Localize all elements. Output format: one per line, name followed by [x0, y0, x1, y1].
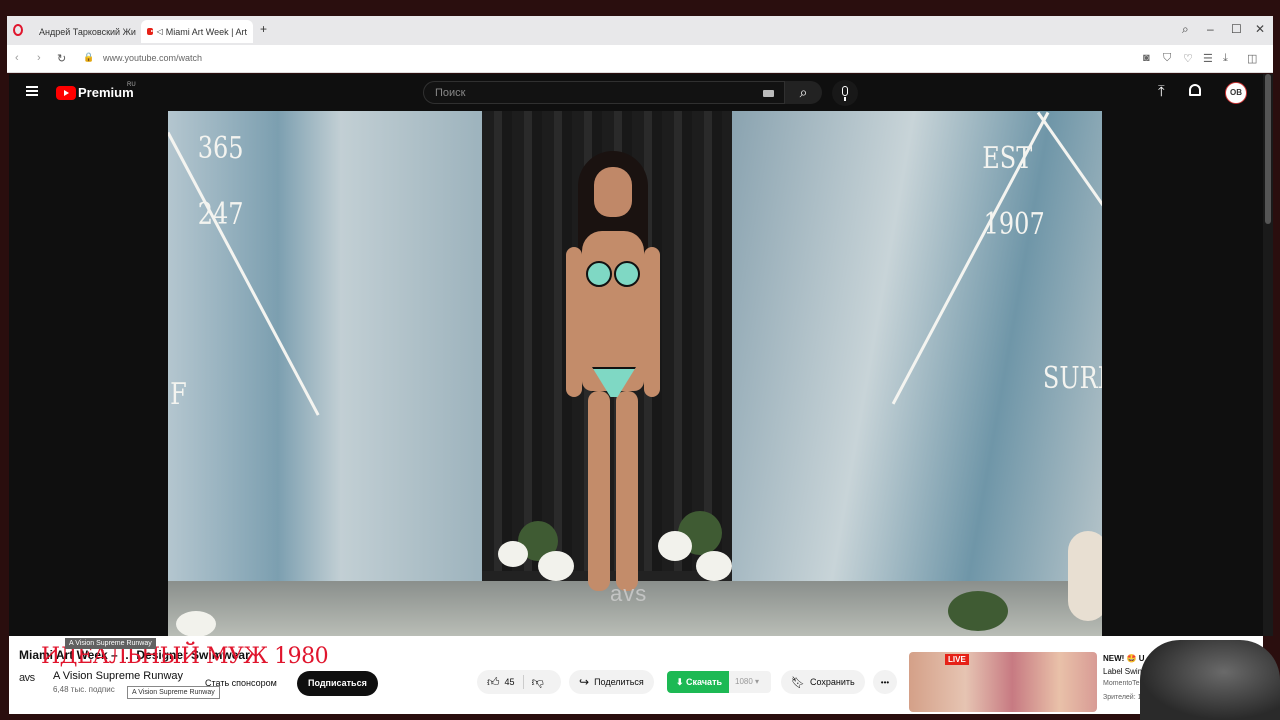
- subscriber-count: 6,48 тыс. подпис: [53, 685, 115, 694]
- logo-region: RU: [127, 82, 136, 88]
- flower: [696, 551, 732, 581]
- tab-label: Miami Art Week | Art: [165, 26, 247, 37]
- microphone-stem: [844, 97, 846, 101]
- youtube-play-icon: [56, 85, 76, 100]
- search-placeholder: Поиск: [435, 87, 466, 99]
- more-icon: •••: [880, 677, 890, 687]
- youtube-favicon-icon: [147, 28, 154, 35]
- divider: [522, 675, 524, 689]
- close-icon[interactable]: ✕: [1255, 22, 1265, 36]
- upload-icon[interactable]: ⤒: [1158, 83, 1165, 100]
- search-tabs-icon[interactable]: ⌕: [1182, 22, 1189, 37]
- model-leg: [616, 391, 638, 591]
- video-info: Miami Art Week – … Designer Swimwear ИДЕ…: [9, 636, 1263, 714]
- model-arm: [566, 247, 582, 397]
- download-icon[interactable]: ⤓: [1223, 52, 1228, 65]
- channel-avatar[interactable]: avs: [19, 672, 35, 684]
- browser-tab-active[interactable]: ◁ Miami Art Week | Art: [141, 20, 253, 43]
- url-field[interactable]: www.youtube.com/watch: [103, 53, 202, 63]
- join-sponsor-button[interactable]: Стать спонсором: [196, 671, 286, 695]
- flower: [176, 611, 216, 636]
- maximize-icon[interactable]: ☐: [1231, 22, 1242, 36]
- runway-model: [558, 151, 668, 611]
- like-count: 45: [504, 677, 515, 687]
- bookmark-icon: 🔖︎: [791, 676, 805, 689]
- tab-label: Андрей Тарковский Жи: [39, 26, 136, 37]
- voice-search-button[interactable]: [832, 80, 858, 106]
- like-dislike-group: 👍︎ 45 👎︎: [477, 670, 561, 694]
- reload-icon[interactable]: ↻: [57, 52, 66, 65]
- lock-icon: 🔒: [83, 52, 95, 62]
- live-badge: LIVE: [945, 654, 969, 665]
- search-button[interactable]: ⌕: [785, 81, 822, 104]
- share-button[interactable]: ↪ Поделиться: [569, 670, 654, 694]
- search-input[interactable]: Поиск: [423, 81, 785, 104]
- flower: [538, 551, 574, 581]
- swimsuit-top: [614, 261, 640, 287]
- share-icon: ↪: [579, 675, 590, 689]
- greenery: [948, 591, 1008, 631]
- browser-tab[interactable]: Андрей Тарковский Жи: [29, 20, 137, 43]
- model-face: [594, 167, 632, 217]
- thumbs-down-icon[interactable]: 👎︎: [532, 675, 544, 690]
- masthead: Premium RU Поиск ⌕ ⤒ OB: [9, 74, 1263, 111]
- heart-icon[interactable]: ♡: [1183, 52, 1193, 65]
- download-button[interactable]: ⬇ Скачать: [667, 671, 732, 693]
- menu-lines-icon[interactable]: ☰: [1203, 52, 1213, 65]
- save-label: Сохранить: [809, 677, 855, 687]
- search-icon: ⌕: [799, 84, 808, 100]
- browser-tab-bar: Андрей Тарковский Жи ◁ Miami Art Week | …: [7, 16, 1273, 45]
- back-icon[interactable]: ‹: [15, 52, 19, 64]
- notifications-bell-icon[interactable]: [1189, 84, 1201, 96]
- logo-text: Premium: [78, 85, 134, 100]
- youtube-logo[interactable]: Premium: [56, 85, 134, 100]
- save-button[interactable]: 🔖︎ Сохранить: [781, 670, 865, 694]
- shield-icon[interactable]: ⛉: [1163, 52, 1171, 65]
- scrollbar-thumb[interactable]: [1265, 74, 1271, 224]
- camera-icon[interactable]: ◙: [1143, 52, 1150, 64]
- swimsuit-top: [586, 261, 612, 287]
- like-button[interactable]: 👍︎ 45: [477, 675, 515, 690]
- keyboard-icon[interactable]: [763, 90, 774, 97]
- more-actions-button[interactable]: •••: [873, 670, 897, 694]
- left-backdrop-panel: [168, 111, 482, 598]
- forward-icon[interactable]: ›: [37, 52, 41, 64]
- quality-select[interactable]: 1080 ▾: [729, 671, 771, 693]
- speaker-icon: ◁: [156, 27, 163, 36]
- youtube-page: Premium RU Поиск ⌕ ⤒ OB 365 247 F EST 19…: [9, 74, 1263, 636]
- subscribe-button[interactable]: Подписаться: [297, 671, 378, 696]
- flower: [1068, 531, 1102, 621]
- wall-text: F: [170, 377, 187, 412]
- flower: [658, 531, 692, 561]
- video-watermark: avs: [610, 581, 648, 606]
- channel-name[interactable]: A Vision Supreme Runway: [53, 670, 183, 682]
- ad-title[interactable]: NEW! 🤩 U: [1103, 654, 1145, 663]
- share-label: Поделиться: [594, 677, 644, 687]
- flower: [498, 541, 528, 567]
- new-tab-button[interactable]: +: [260, 22, 267, 36]
- thumbs-up-icon: 👍︎: [487, 674, 500, 689]
- scrollbar[interactable]: [1263, 74, 1273, 636]
- wall-text: SURF: [1042, 361, 1102, 396]
- minimize-icon[interactable]: –: [1207, 22, 1214, 36]
- download-arrow-icon: ⬇: [676, 677, 687, 687]
- ad-viewers: Зрителей: 1: [1103, 694, 1142, 701]
- wall-text: 365: [197, 131, 244, 166]
- quality-value: 1080: [735, 677, 753, 686]
- address-bar: ‹ › ↻ 🔒 www.youtube.com/watch ◙ ⛉ ♡ ☰ ⤓ …: [7, 45, 1273, 73]
- avatar[interactable]: OB: [1225, 82, 1247, 104]
- tooltip: A Vision Supreme Runway: [65, 638, 156, 649]
- microphone-icon: [842, 86, 848, 96]
- menu-hamburger-icon[interactable]: [26, 86, 38, 96]
- model-arm: [644, 247, 660, 397]
- video-player[interactable]: 365 247 F EST 1907 SURF: [168, 111, 1102, 636]
- download-label: Скачать: [686, 677, 723, 687]
- webcam-overlay: [1140, 640, 1280, 720]
- model-leg: [588, 391, 610, 591]
- chevron-down-icon: ▾: [755, 677, 760, 686]
- screen-frame: Андрей Тарковский Жи ◁ Miami Art Week | …: [0, 0, 1280, 720]
- opera-logo-icon[interactable]: [13, 24, 23, 36]
- ad-thumbnail[interactable]: LIVE: [909, 652, 1097, 712]
- profile-icon[interactable]: ◫: [1247, 52, 1257, 65]
